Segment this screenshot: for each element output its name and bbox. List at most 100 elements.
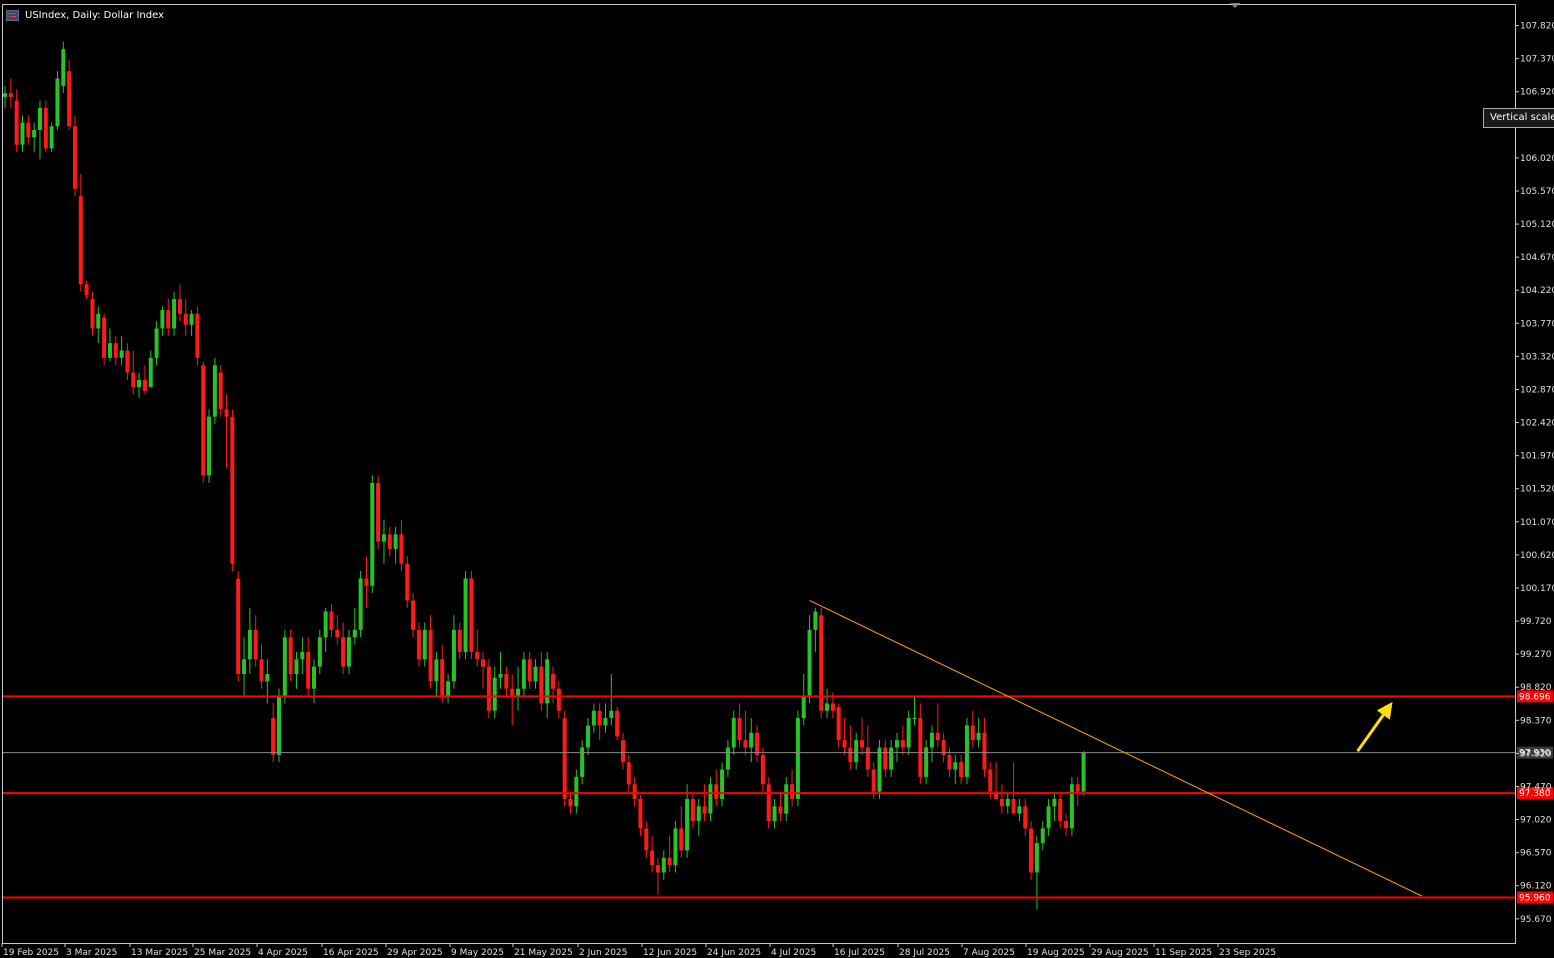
candle-body [78,196,83,285]
candle-body [422,629,427,660]
candle-body [929,732,934,748]
x-tick-label: 16 Jul 2025 [834,948,885,958]
chart-title-bar: USIndex, Daily: Dollar Index [6,8,164,22]
candle-body [685,798,690,851]
candle-body [976,732,981,741]
candle-body [405,563,410,601]
y-tick-label: 99.720 [1520,617,1552,627]
candle-body [889,747,894,770]
y-tick-label: 97.920 [1520,749,1552,759]
candle-body [556,688,561,711]
candle-body [341,637,346,667]
candle-body [399,534,404,564]
candle-body [1023,806,1028,829]
candle-body [475,651,480,660]
candle-body [877,747,882,792]
candle-body [609,710,614,719]
candle-body [807,629,812,697]
candle-body [603,718,608,726]
y-tick-label: 105.570 [1520,187,1554,197]
candle-body [539,666,544,704]
candle-body [918,718,923,777]
candle-body [14,100,19,145]
x-tick-label: 16 Apr 2025 [323,948,379,958]
x-tick-label: 24 Jun 2025 [707,948,761,958]
candle-body [277,696,282,755]
candle-body [755,732,760,755]
y-tick-label: 102.420 [1520,419,1554,429]
y-tick-label: 107.820 [1520,22,1554,32]
candle-body [947,754,952,770]
candle-body [148,357,153,388]
candle-body [207,416,212,476]
candle-body [376,482,381,542]
candle-body [113,343,118,358]
x-tick-label: 29 Aug 2025 [1091,948,1149,958]
y-tick-label: 104.670 [1520,253,1554,263]
y-tick-label: 101.070 [1520,518,1554,528]
candle-body [236,578,241,674]
x-tick-label: 23 Sep 2025 [1219,948,1276,958]
candle-body [708,784,713,814]
candle-body [61,49,66,86]
y-tick-label: 104.220 [1520,286,1554,296]
candle-body [632,784,637,799]
candle-body [696,806,701,822]
x-tick-label: 9 May 2025 [451,948,504,958]
candle-body [311,666,316,689]
candle-body [90,299,95,329]
candle-body [253,629,258,660]
candle-body [3,93,7,97]
candle-body [457,629,462,652]
candle-body [183,313,188,325]
candle-body [655,865,660,873]
candle-body [667,857,672,866]
candle-body [766,784,771,822]
candle-body [8,93,13,97]
candle-body [247,629,252,660]
x-tick-label: 29 Apr 2025 [387,948,443,958]
candle-body [551,673,556,689]
candle-body [650,850,655,866]
candle-body [801,696,806,719]
candle-body [504,673,509,689]
candle-body [107,343,112,358]
candle-body [842,740,847,748]
candle-body [486,666,491,711]
candle-body [142,379,147,391]
candle-body [172,299,177,329]
candle-body [661,857,666,873]
candle-body [731,718,736,748]
candle-body [778,806,783,814]
candle-body [137,379,142,388]
candle-body [125,350,130,373]
candle-body [1017,806,1022,814]
candle-body [591,710,596,726]
candle-body [160,310,165,329]
candle-body [212,365,217,417]
x-tick-label: 7 Aug 2025 [963,948,1015,958]
candle-body [387,534,392,550]
candle-body [218,372,223,410]
candle-body [294,659,299,674]
candle-body [492,677,497,711]
candle-body [1046,806,1051,829]
candle-body [119,350,124,358]
candle-body [795,718,800,799]
y-tick-label: 100.620 [1520,551,1554,561]
candle-body [516,688,521,697]
x-tick-label: 13 Mar 2025 [131,948,188,958]
candle-body [96,313,101,329]
candle-body [790,784,795,799]
candle-body [282,637,287,697]
candle-body [1081,752,1086,792]
candle-body [568,798,573,807]
candle-body [865,747,870,770]
price-chart[interactable]: 98.69697.38095.96097.930 107.820107.3701… [0,0,1554,958]
y-tick-label: 100.170 [1520,584,1554,594]
y-tick-label: 96.570 [1520,849,1552,859]
candle-body [725,747,730,770]
y-tick-label: 102.870 [1520,385,1554,395]
candle-body [988,769,993,792]
candle-body [224,409,229,417]
